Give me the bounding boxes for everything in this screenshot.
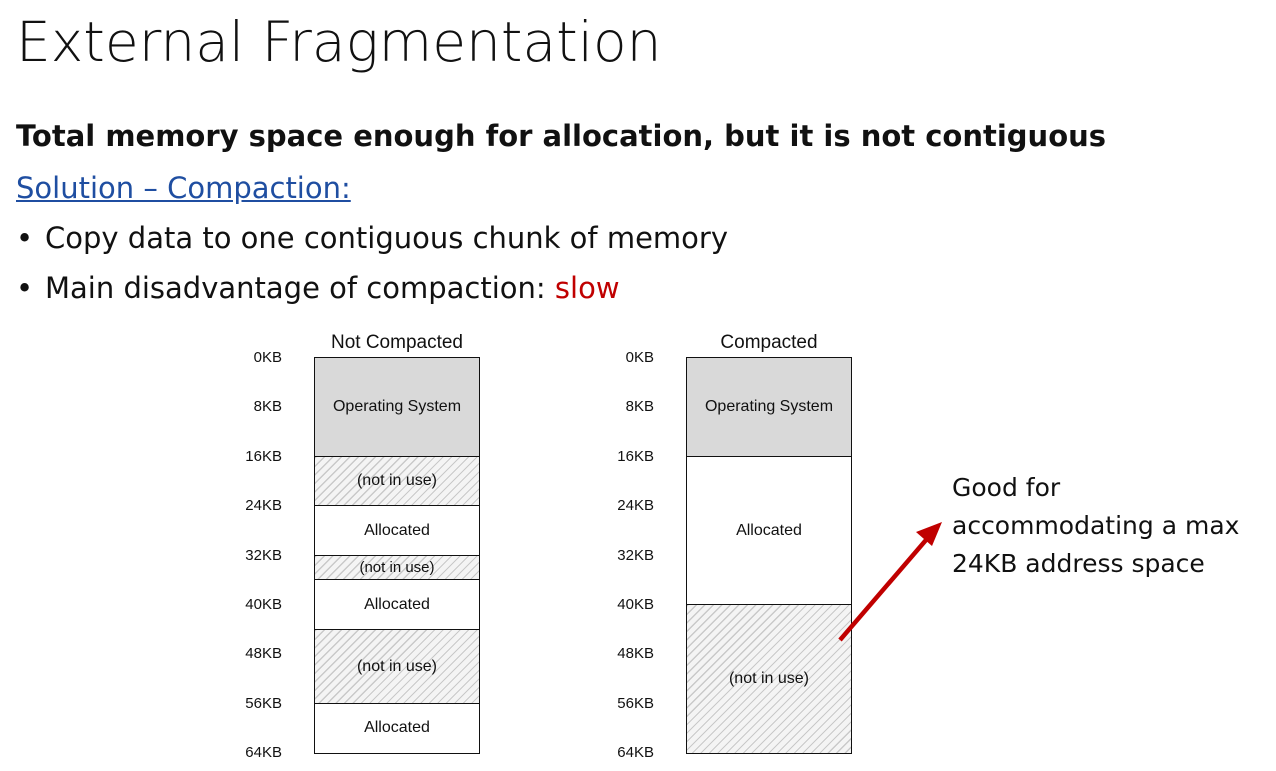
tick-label: 8KB — [253, 398, 282, 416]
column-title: Not Compacted — [330, 332, 463, 353]
segment-allocated: Allocated — [314, 702, 480, 754]
segment-label: (not in use) — [359, 559, 435, 577]
segment-not-in-use: (not in use) — [314, 554, 480, 581]
segment-label: (not in use) — [356, 657, 438, 675]
note-line: accommodating a max — [952, 511, 1240, 540]
bullet-dot-icon: • — [16, 271, 34, 305]
tick-label: 48KB — [617, 645, 654, 663]
segment-label: (not in use) — [728, 669, 810, 687]
note-line: 24KB address space — [952, 549, 1205, 578]
segment-label: Allocated — [364, 595, 430, 613]
tick-label: 16KB — [245, 447, 282, 465]
tick-label: 56KB — [245, 694, 282, 712]
arrow-shaft — [838, 538, 928, 642]
segment-not-in-use: (not in use) — [686, 604, 852, 754]
slide-title: External Fragmentation — [16, 10, 662, 74]
column-title: Compacted — [720, 332, 818, 353]
bullet-item: • Main disadvantage of compaction: slow — [16, 267, 620, 309]
tick-label: 24KB — [245, 497, 282, 515]
segment-label: Allocated — [736, 521, 802, 539]
tick-label: 64KB — [245, 744, 282, 761]
tick-label: 40KB — [245, 595, 282, 613]
arrow-head-icon — [916, 522, 942, 546]
tick-label: 48KB — [245, 645, 282, 663]
tick-label: 24KB — [617, 497, 654, 515]
tick-label: 64KB — [617, 744, 654, 761]
tick-label: 40KB — [617, 595, 654, 613]
segment-not-in-use: (not in use) — [314, 456, 480, 507]
segment-label: Operating System — [332, 398, 462, 416]
segment-label: Operating System — [704, 398, 834, 416]
segment-not-in-use: (not in use) — [314, 628, 480, 705]
slide-subtitle: Total memory space enough for allocation… — [16, 119, 1107, 153]
segment-allocated: Allocated — [314, 579, 480, 631]
tick-label: 0KB — [625, 349, 654, 366]
segment-label: Allocated — [364, 521, 430, 539]
segment-label: (not in use) — [356, 472, 438, 490]
tick-label: 56KB — [617, 694, 654, 712]
note-line: Good for — [952, 473, 1061, 502]
tick-label: 0KB — [253, 349, 282, 366]
tick-label: 32KB — [245, 546, 282, 564]
segment-allocated: Allocated — [314, 505, 480, 557]
bullet-text: Copy data to one contiguous chunk of mem… — [45, 221, 729, 255]
segment-allocated: Allocated — [686, 456, 852, 606]
tick-label: 32KB — [617, 546, 654, 564]
solution-link[interactable]: Solution – Compaction: — [16, 167, 351, 209]
tick-label: 16KB — [617, 447, 654, 465]
bullet-dot-icon: • — [16, 221, 34, 255]
segment-operating-system: Operating System — [686, 357, 852, 458]
callout-note: Good for accommodating a max 24KB addres… — [952, 469, 1239, 583]
bullet-text: Main disadvantage of compaction: — [45, 271, 555, 305]
bullet-item: • Copy data to one contiguous chunk of me… — [16, 217, 728, 259]
segment-operating-system: Operating System — [314, 357, 480, 458]
bullet-highlight: slow — [554, 271, 620, 305]
tick-label: 8KB — [625, 398, 654, 416]
segment-label: Allocated — [364, 719, 430, 737]
